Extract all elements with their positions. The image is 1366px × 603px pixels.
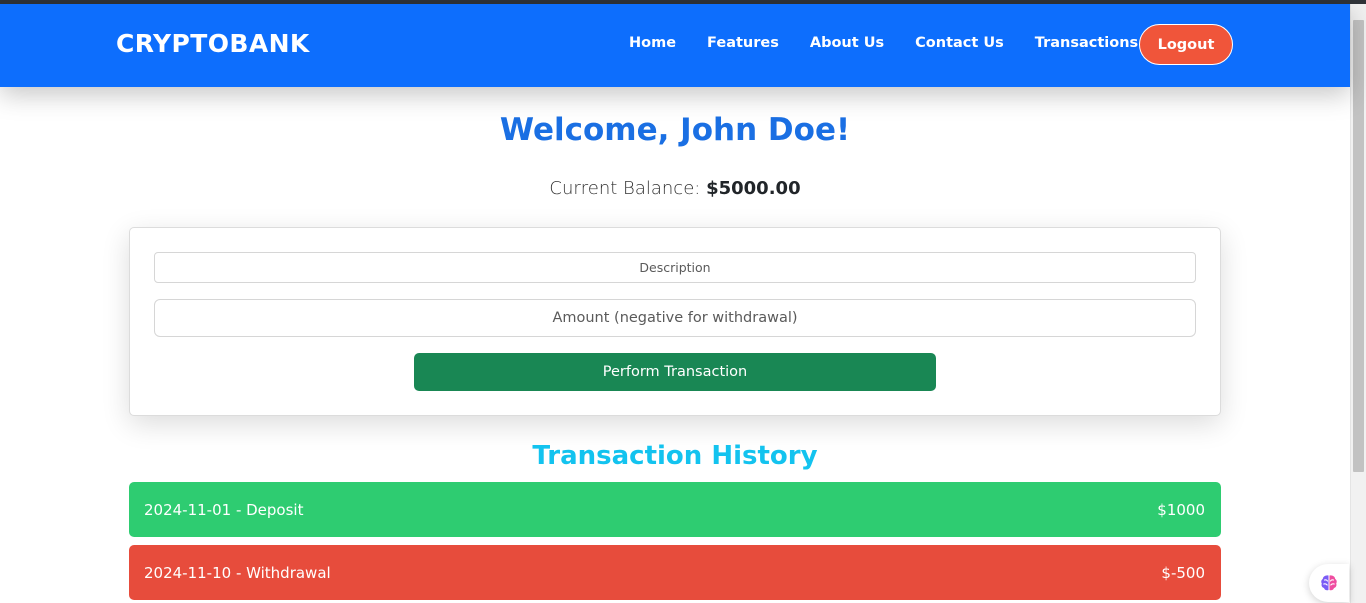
balance-amount: $5000.00: [706, 178, 801, 199]
transaction-amount: $1000: [1157, 500, 1205, 519]
nav-about-us[interactable]: About Us: [810, 35, 884, 51]
balance-label: Current Balance:: [549, 178, 701, 199]
nav-contact-us[interactable]: Contact Us: [915, 35, 1004, 51]
transaction-amount: $-500: [1161, 563, 1205, 582]
transaction-form-card: Perform Transaction: [129, 227, 1221, 416]
welcome-heading: Welcome, John Doe!: [499, 112, 851, 148]
transaction-history-heading: Transaction History: [532, 441, 818, 471]
brain-icon: [1321, 575, 1337, 591]
amount-input[interactable]: [154, 299, 1196, 337]
assistant-widget-button[interactable]: [1309, 564, 1349, 602]
nav-links: Home Features About Us Contact Us Transa…: [629, 35, 1138, 51]
transaction-description: 2024-11-10 - Withdrawal: [144, 563, 331, 582]
scrollbar-thumb[interactable]: [1353, 20, 1364, 472]
transaction-row-withdrawal: 2024-11-10 - Withdrawal $-500: [129, 545, 1221, 600]
current-balance: Current Balance: $5000.00: [0, 178, 1350, 199]
perform-transaction-button[interactable]: Perform Transaction: [414, 353, 936, 391]
nav-transactions[interactable]: Transactions: [1035, 35, 1138, 51]
navbar: CRYPTOBANK Home Features About Us Contac…: [0, 4, 1350, 87]
nav-home[interactable]: Home: [629, 35, 676, 51]
nav-features[interactable]: Features: [707, 35, 779, 51]
transaction-row-deposit: 2024-11-01 - Deposit $1000: [129, 482, 1221, 537]
transaction-description: 2024-11-01 - Deposit: [144, 500, 304, 519]
brand-logo[interactable]: CRYPTOBANK: [116, 29, 310, 58]
page-scrollbar[interactable]: [1350, 4, 1366, 603]
description-input[interactable]: [154, 252, 1196, 283]
logout-button[interactable]: Logout: [1139, 24, 1233, 65]
